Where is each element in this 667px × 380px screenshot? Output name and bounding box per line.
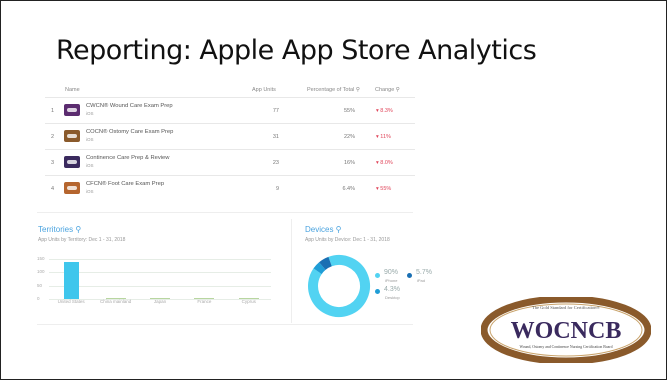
x-tick-label: United States [57,299,85,304]
legend-value-desktop: 4.3% [384,286,400,293]
territories-title[interactable]: Territories ⚲ [38,225,81,234]
app-name[interactable]: COCN® Ostomy Care Exam Prep [86,129,173,135]
legend-dot-desktop [375,289,380,294]
legend-value-iphone: 90% [384,269,399,276]
devices-title[interactable]: Devices ⚲ [305,225,342,234]
panel-separator [291,219,292,323]
gridline [49,259,271,260]
legend-value-ipad: 5.7% [416,269,432,276]
gridline [49,272,271,274]
header-change[interactable]: Change ⚲ [375,87,400,93]
header-name[interactable]: Name [65,87,80,93]
x-tick-label: Japan [153,299,167,304]
change-value: ▾ 55% [376,186,392,192]
slide: Reporting: Apple App Store Analytics Nam… [0,0,667,380]
app-name[interactable]: Continence Care Prep & Review [86,155,169,161]
wocncb-logo: The Gold Standard for Certification® WOC… [481,297,651,363]
app-units-table: Name App Units Percentage of Total ⚲ Cha… [45,85,415,201]
table-header: Name App Units Percentage of Total ⚲ Cha… [45,85,415,97]
change-value: ▾ 11% [376,134,391,140]
legend-dot-ipad [407,273,412,278]
app-icon [64,104,80,116]
change-value: ▾ 8.0% [376,160,393,166]
x-tick-label: France [197,299,212,304]
app-units-value: 9 [275,186,279,192]
app-name[interactable]: CFCN® Foot Care Exam Prep [86,181,164,187]
percentage-value: 16% [343,160,355,166]
table-row[interactable]: 2 COCN® Ostomy Care Exam Prep iOS 31 22% ▾ 11… [45,123,415,149]
bottom-divider [37,324,413,325]
row-rank: 2 [51,134,55,140]
app-icon [64,156,80,168]
logo-wordmark: WOCNCB [511,318,622,344]
app-platform: iOS [86,137,94,142]
y-tick-label: 100 [37,269,45,275]
x-tick-label: Cyprus [241,299,256,304]
slide-title: Reporting: Apple App Store Analytics [56,35,537,66]
section-divider [37,212,413,213]
table-row[interactable]: 1 CWCN® Wound Care Exam Prep iOS 77 55% ▾ 8.3… [45,97,415,123]
legend-label-ipad: iPad [417,278,426,283]
app-platform: iOS [86,163,94,168]
app-name[interactable]: CWCN® Wound Care Exam Prep [86,103,173,109]
legend-label-iphone: iPhone [385,278,398,283]
table-row[interactable]: 4 CFCN® Foot Care Exam Prep iOS 9 6.4% ▾ 55% [45,175,415,201]
header-app-units[interactable]: App Units [252,87,276,93]
app-icon [64,130,80,142]
bar[interactable] [63,262,79,299]
percentage-value: 22% [343,134,355,140]
table-row[interactable]: 3 Continence Care Prep & Review iOS 23 16% ▾ … [45,149,415,175]
donut-slice-iphone[interactable] [307,254,371,318]
territories-bar-chart: 150 100 50 0 [37,256,271,301]
y-tick-label: 150 [37,256,45,261]
app-units-value: 31 [272,134,279,140]
app-platform: iOS [86,189,94,194]
row-rank: 4 [51,186,55,192]
app-units-value: 77 [272,108,279,114]
devices-donut-chart [307,254,371,318]
y-tick-label: 50 [37,282,43,288]
app-platform: iOS [86,111,94,116]
y-tick-label: 0 [37,296,40,301]
legend-dot-iphone [375,273,380,278]
x-tick-label: China mainland [99,299,132,304]
app-units-value: 23 [272,160,279,166]
app-icon [64,182,80,194]
devices-subtitle: App Units by Device: Dec 1 - 31, 2018 [305,237,390,243]
row-rank: 1 [51,108,55,114]
percentage-value: 55% [343,108,355,114]
territories-subtitle: App Units by Territory: Dec 1 - 31, 2018 [38,237,126,243]
header-percentage[interactable]: Percentage of Total ⚲ [307,87,360,93]
percentage-value: 6.4% [342,186,355,192]
row-rank: 3 [51,160,55,166]
logo-tagline: The Gold Standard for Certification® [532,305,600,310]
change-value: ▾ 8.3% [376,108,393,114]
gridline [49,285,271,287]
legend-label-desktop: Desktop [385,295,400,300]
